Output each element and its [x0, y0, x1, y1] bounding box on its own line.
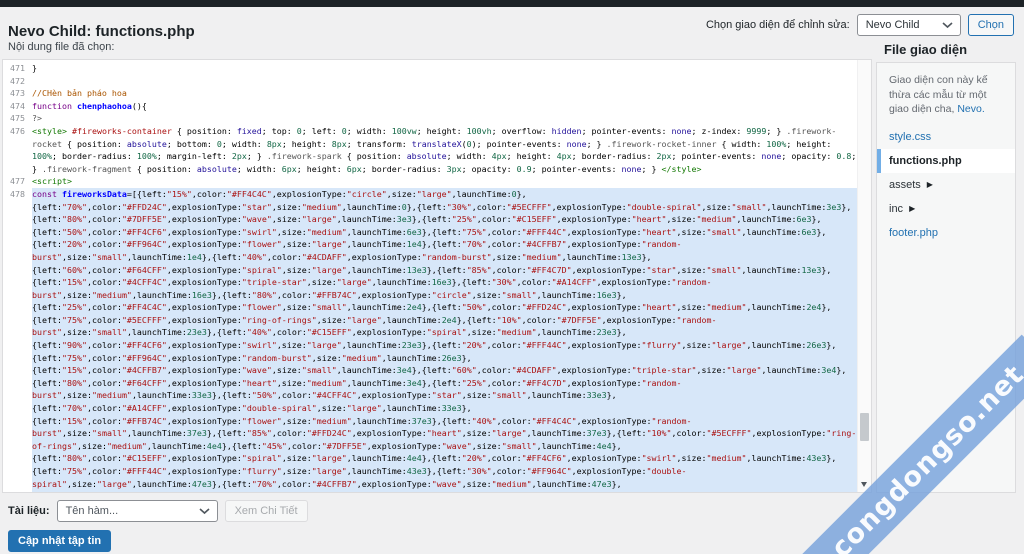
documentation-row: Tài liệu: Tên hàm... Xem Chi Tiết: [8, 500, 308, 522]
line-number: 478: [10, 188, 25, 199]
sidebar-file-inc[interactable]: inc ▶: [877, 197, 1015, 221]
code-text: function chenphaohoa(){: [32, 100, 147, 111]
scrollbar-thumb[interactable]: [860, 413, 869, 441]
sidebar-file-style-css[interactable]: style.css: [877, 125, 1015, 149]
sidebar-file-functions-php[interactable]: functions.php: [877, 148, 1015, 173]
code-line[interactable]: 474 function chenphaohoa(){: [3, 100, 858, 113]
chevron-down-icon: [942, 21, 953, 28]
file-label: style.css: [889, 130, 932, 143]
parent-theme-link[interactable]: Nevo.: [957, 103, 984, 115]
file-content-label: Nội dung file đã chọn:: [8, 41, 115, 53]
file-label: assets: [889, 178, 921, 191]
chevron-down-icon: [199, 507, 210, 514]
code-text: }: [32, 63, 37, 73]
update-file-button[interactable]: Cập nhật tập tin: [8, 530, 112, 552]
docs-label: Tài liệu:: [8, 505, 50, 517]
theme-select[interactable]: Nevo Child: [856, 14, 961, 36]
file-label: functions.php: [889, 154, 962, 167]
scroll-down-icon[interactable]: [861, 482, 867, 487]
line-number: 474: [10, 100, 25, 111]
sidebar-file-footer-php[interactable]: footer.php: [877, 221, 1015, 245]
child-theme-description: Giao diện con này kế thừa các mẫu từ một…: [877, 63, 1015, 125]
theme-select-label: Chọn giao diện để chỉnh sửa:: [705, 19, 850, 31]
file-label: footer.php: [889, 226, 938, 239]
code-editor[interactable]: 471} 472 473//CHèn bản pháo hoa 474 function…: [2, 59, 872, 493]
docs-select[interactable]: Tên hàm...: [56, 500, 218, 522]
code-line[interactable]: 478 const fireworksData=[{left:"15%",colo…: [3, 187, 858, 492]
lookup-docs-button[interactable]: Xem Chi Tiết: [224, 500, 308, 522]
choose-theme-button[interactable]: Chọn: [967, 14, 1014, 36]
folder-arrow-icon: ▶: [909, 203, 916, 213]
line-number: 475: [10, 113, 25, 124]
sidebar-title: File giao diện: [884, 42, 968, 57]
theme-files-panel: Giao diện con này kế thừa các mẫu từ một…: [876, 62, 1016, 493]
line-number: 473: [10, 88, 25, 99]
code-line[interactable]: 476 <style> #fireworks-container { positi…: [3, 125, 858, 175]
sidebar-file-assets[interactable]: assets ▶: [877, 173, 1015, 197]
file-label: inc: [889, 202, 904, 215]
line-number: 476: [10, 125, 25, 136]
line-number: 477: [10, 176, 25, 187]
code-line[interactable]: 472: [3, 75, 858, 88]
code-lines[interactable]: 471} 472 473//CHèn bản pháo hoa 474 function…: [3, 60, 858, 492]
folder-arrow-icon: ▶: [926, 179, 933, 189]
code-text: const fireworksData=[{left:"15%",color:"…: [32, 187, 858, 492]
code-line[interactable]: 475 ?>: [3, 112, 858, 125]
code-line[interactable]: 471}: [3, 62, 858, 75]
line-number: 472: [10, 75, 25, 86]
code-line[interactable]: 477 <script>: [3, 175, 858, 188]
theme-editor-page: Nevo Child: functions.php Chọn giao diện…: [0, 0, 1024, 554]
page-title: Nevo Child: functions.php: [8, 23, 195, 41]
file-list: style.css functions.php assets ▶ inc ▶ footer.…: [877, 125, 1015, 245]
theme-select-value: Nevo Child: [865, 19, 920, 31]
line-number: 471: [10, 63, 25, 73]
code-text: ?>: [32, 113, 42, 124]
code-text: <script>: [32, 176, 72, 187]
code-text: <style> #fireworks-container { position:…: [32, 125, 857, 174]
admin-bar: [0, 0, 1024, 7]
docs-select-value: Tên hàm...: [65, 505, 119, 517]
editor-scrollbar[interactable]: [857, 60, 871, 492]
theme-chooser: Chọn giao diện để chỉnh sửa: Nevo Child …: [706, 14, 1014, 36]
code-line[interactable]: 473 //CHèn bản pháo hoa: [3, 87, 858, 100]
code-text: //CHèn bản pháo hoa: [32, 88, 127, 99]
